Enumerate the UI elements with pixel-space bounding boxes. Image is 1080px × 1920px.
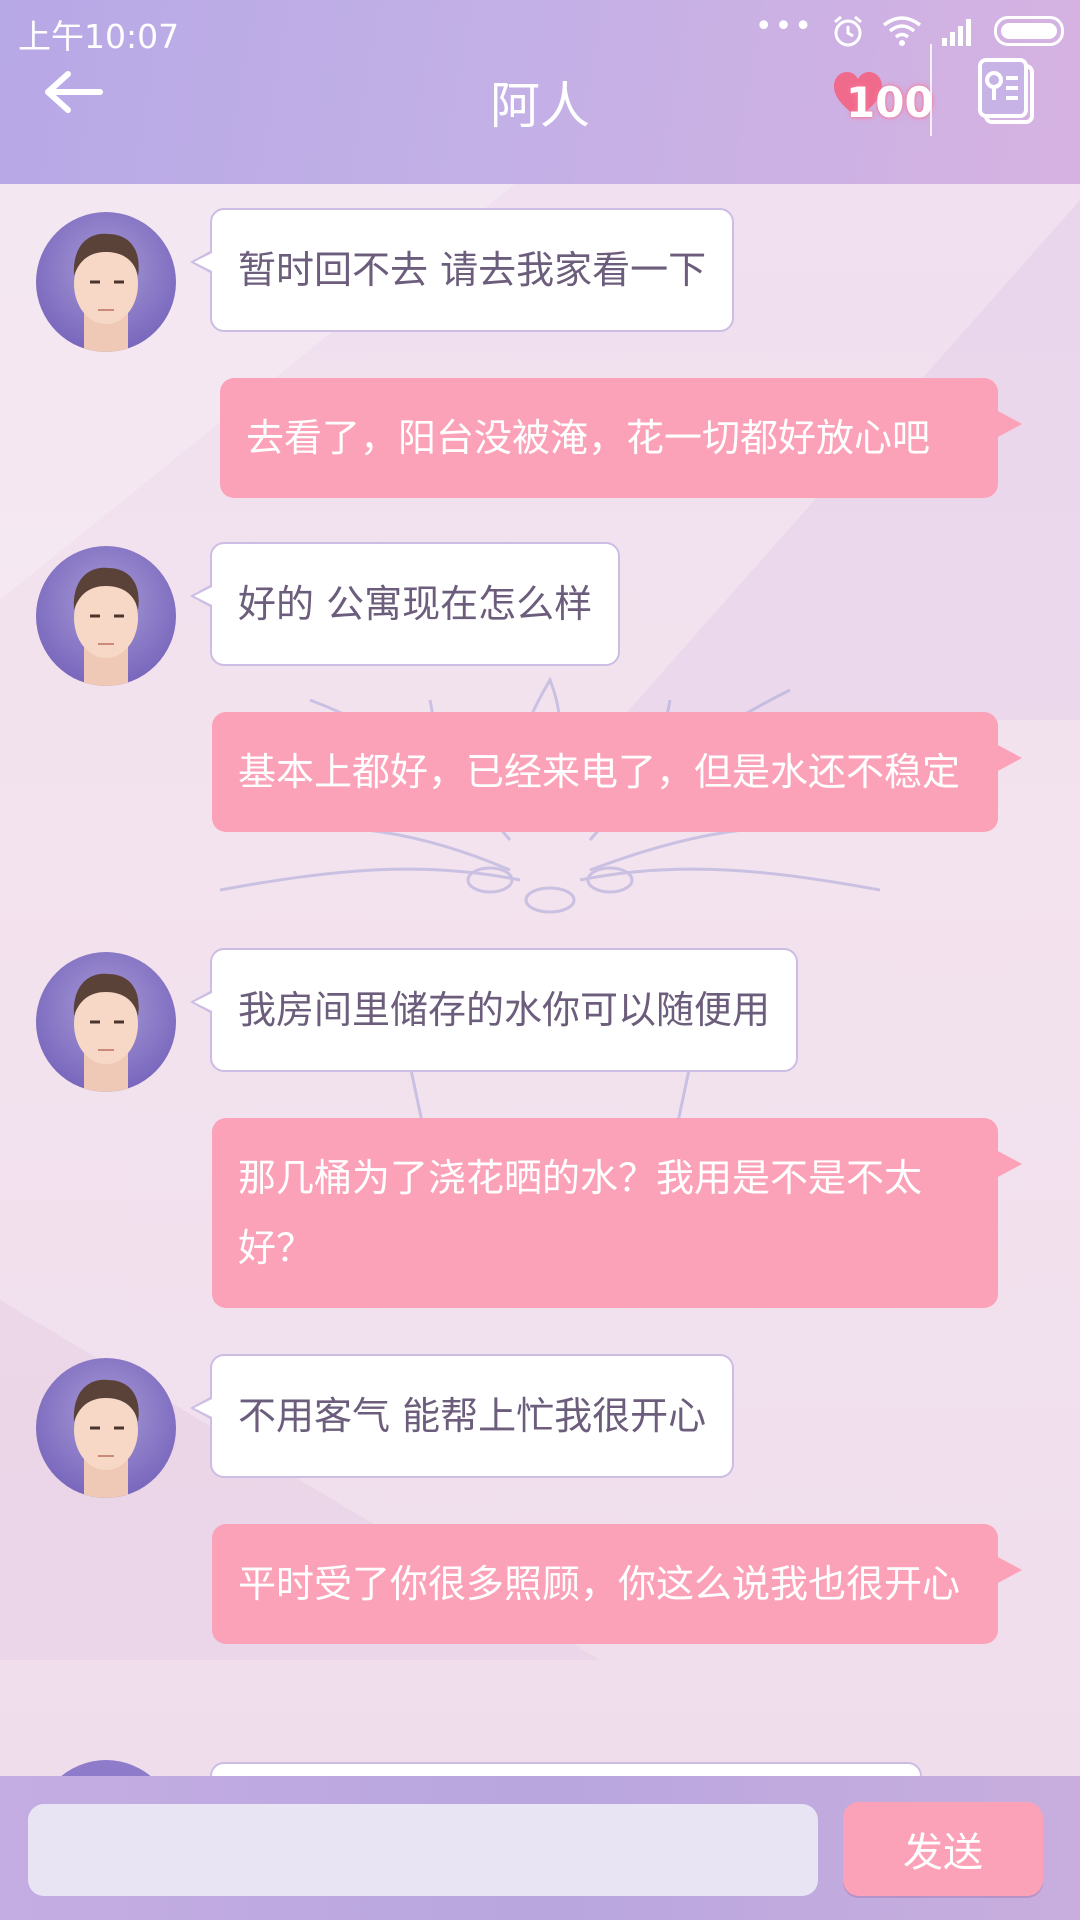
message-bubble-sent: 那几桶为了浇花晒的水？我用是不是不太好？ (212, 1118, 1022, 1308)
input-bar: 发送 (0, 1776, 1080, 1920)
avatar-face-icon (73, 1379, 139, 1498)
avatar[interactable] (36, 952, 176, 1092)
message-bubble-received: 我房间里储存的水你可以随便用 (189, 948, 799, 1072)
message-bubble-sent: 平时受了你很多照顾，你这么说我也很开心 (212, 1524, 1022, 1644)
avatar[interactable] (36, 1358, 176, 1498)
avatar-face-icon (73, 567, 139, 686)
more-dots-icon: ••• (754, 9, 814, 44)
avatar[interactable] (36, 212, 176, 352)
profile-card-icon[interactable] (976, 58, 1038, 128)
message-bubble-received: 好的 公寓现在怎么样 (189, 542, 621, 666)
status-bar: 上午10:07 ••• (0, 0, 1080, 60)
message-bubble-sent: 去看了，阳台没被淹，花一切都好放心吧 (220, 378, 1022, 498)
avatar[interactable] (36, 546, 176, 686)
signal-icon (942, 19, 971, 46)
message-bubble-sent: 基本上都好，已经来电了，但是水还不稳定 (212, 712, 1022, 832)
avatar-face-icon (73, 233, 139, 352)
alarm-icon (834, 15, 862, 47)
avatar[interactable] (36, 1760, 176, 1776)
wifi-icon (882, 16, 922, 46)
status-time: 上午10:07 (18, 17, 180, 56)
message-bubble-received (210, 1762, 922, 1776)
affection-counter[interactable]: 100 (826, 62, 934, 132)
send-button[interactable]: 发送 (843, 1802, 1043, 1896)
top-bar: 上午10:07 ••• 阿人 100 (0, 0, 1080, 184)
battery-icon (994, 16, 1064, 46)
affection-value: 100 (846, 78, 934, 127)
avatar-face-icon (73, 973, 139, 1092)
message-bubble-received: 暂时回不去 请去我家看一下 (189, 208, 735, 332)
chat-list[interactable]: 暂时回不去 请去我家看一下 去看了，阳台没被淹，花一切都好放心吧 好的 公寓现在… (0, 184, 1080, 1776)
message-input[interactable] (28, 1804, 818, 1896)
status-icons: ••• (755, 12, 1064, 50)
header-divider (930, 44, 932, 136)
message-bubble-received: 不用客气 能帮上忙我很开心 (189, 1354, 735, 1478)
back-arrow-icon[interactable] (40, 62, 110, 122)
